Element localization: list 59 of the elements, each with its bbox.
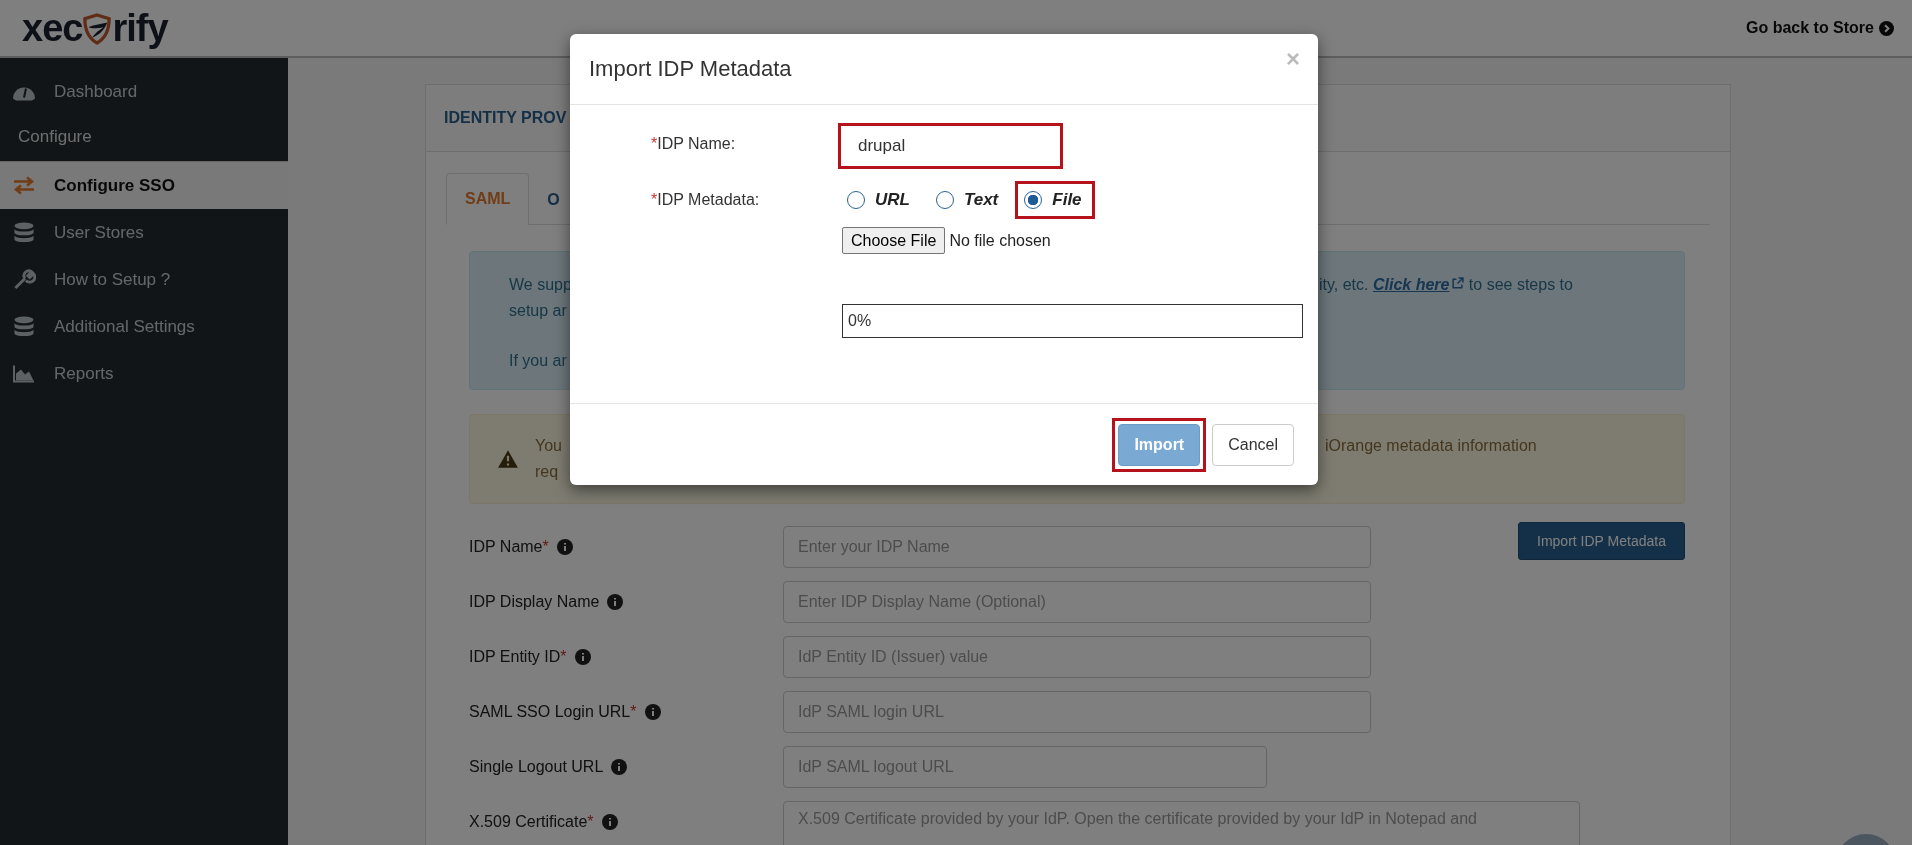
logo[interactable]: xec rify <box>22 6 168 50</box>
required-mark: * <box>630 703 637 721</box>
sidebar-item[interactable]: How to Setup ? <box>0 256 288 303</box>
wrench-icon <box>12 269 36 290</box>
field-label: SAML SSO Login URL <box>469 703 631 721</box>
info-icon[interactable] <box>601 814 618 830</box>
required-mark: * <box>651 135 658 152</box>
back-to-store-link[interactable]: Go back to Store <box>1745 19 1894 37</box>
modal-title: Import IDP Metadata <box>589 56 792 82</box>
info-icon[interactable] <box>611 759 628 775</box>
field-label: X.509 Certificate <box>469 813 588 831</box>
swap-arrows-icon <box>12 175 36 196</box>
external-link-icon <box>1451 277 1465 290</box>
field-label: Single Logout URL <box>469 758 604 776</box>
database-icon <box>12 316 36 337</box>
field-label: IDP Entity ID <box>469 648 561 666</box>
shield-icon <box>83 13 112 45</box>
choose-file-button[interactable]: Choose File <box>842 227 946 254</box>
required-mark: * <box>651 191 658 208</box>
radio-option[interactable]: URL <box>838 181 923 219</box>
idp-name-field[interactable]: drupal <box>838 123 1063 169</box>
cancel-button[interactable]: Cancel <box>1212 423 1294 466</box>
tab[interactable]: SAML <box>446 173 530 225</box>
required-mark: * <box>542 538 549 556</box>
warning-text: req <box>535 463 559 480</box>
required-mark: * <box>560 648 567 666</box>
sidebar-item[interactable]: Configure SSO <box>0 161 288 209</box>
info-text: If you ar <box>509 352 567 369</box>
field-label: IDP Display Name <box>469 593 600 611</box>
field-label: IDP Name: <box>657 135 736 152</box>
radio-option[interactable]: Text <box>926 181 1012 219</box>
sidebar-item[interactable]: Additional Settings <box>0 303 288 350</box>
file-status: No file chosen <box>949 231 1051 250</box>
info-text: setup ar <box>509 302 567 319</box>
sidebar-item[interactable]: Reports <box>0 350 288 397</box>
info-icon[interactable] <box>556 539 573 555</box>
warning-text: You <box>535 437 562 454</box>
sidebar-item[interactable]: User Stores <box>0 209 288 256</box>
database-icon <box>12 222 36 243</box>
info-icon[interactable] <box>574 649 591 665</box>
progress-field: 0% <box>842 304 1303 338</box>
card-title: IDENTITY PROV <box>444 109 567 127</box>
sidebar-item[interactable]: Dashboard <box>0 68 288 115</box>
warning-icon <box>497 449 519 469</box>
import-metadata-button[interactable]: Import IDP Metadata <box>1518 522 1685 560</box>
area-chart-icon <box>12 363 36 384</box>
sidebar-heading: Configure <box>17 126 93 148</box>
radio-option[interactable]: File <box>1015 181 1095 219</box>
chevron-circle-icon <box>1879 20 1894 36</box>
warning-text: iOrange metadata information <box>1325 437 1537 455</box>
field-label: IDP Name <box>469 538 543 556</box>
info-text: ity, etc. Click here to see steps to <box>1319 276 1573 294</box>
import-button[interactable]: Import <box>1118 423 1201 466</box>
field-label: IDP Metadata: <box>657 191 760 208</box>
close-button[interactable]: × <box>1286 45 1300 73</box>
info-icon[interactable] <box>644 704 661 720</box>
info-icon[interactable] <box>607 594 624 610</box>
click-here-link[interactable]: Click here <box>1372 276 1465 293</box>
required-mark: * <box>587 813 594 831</box>
